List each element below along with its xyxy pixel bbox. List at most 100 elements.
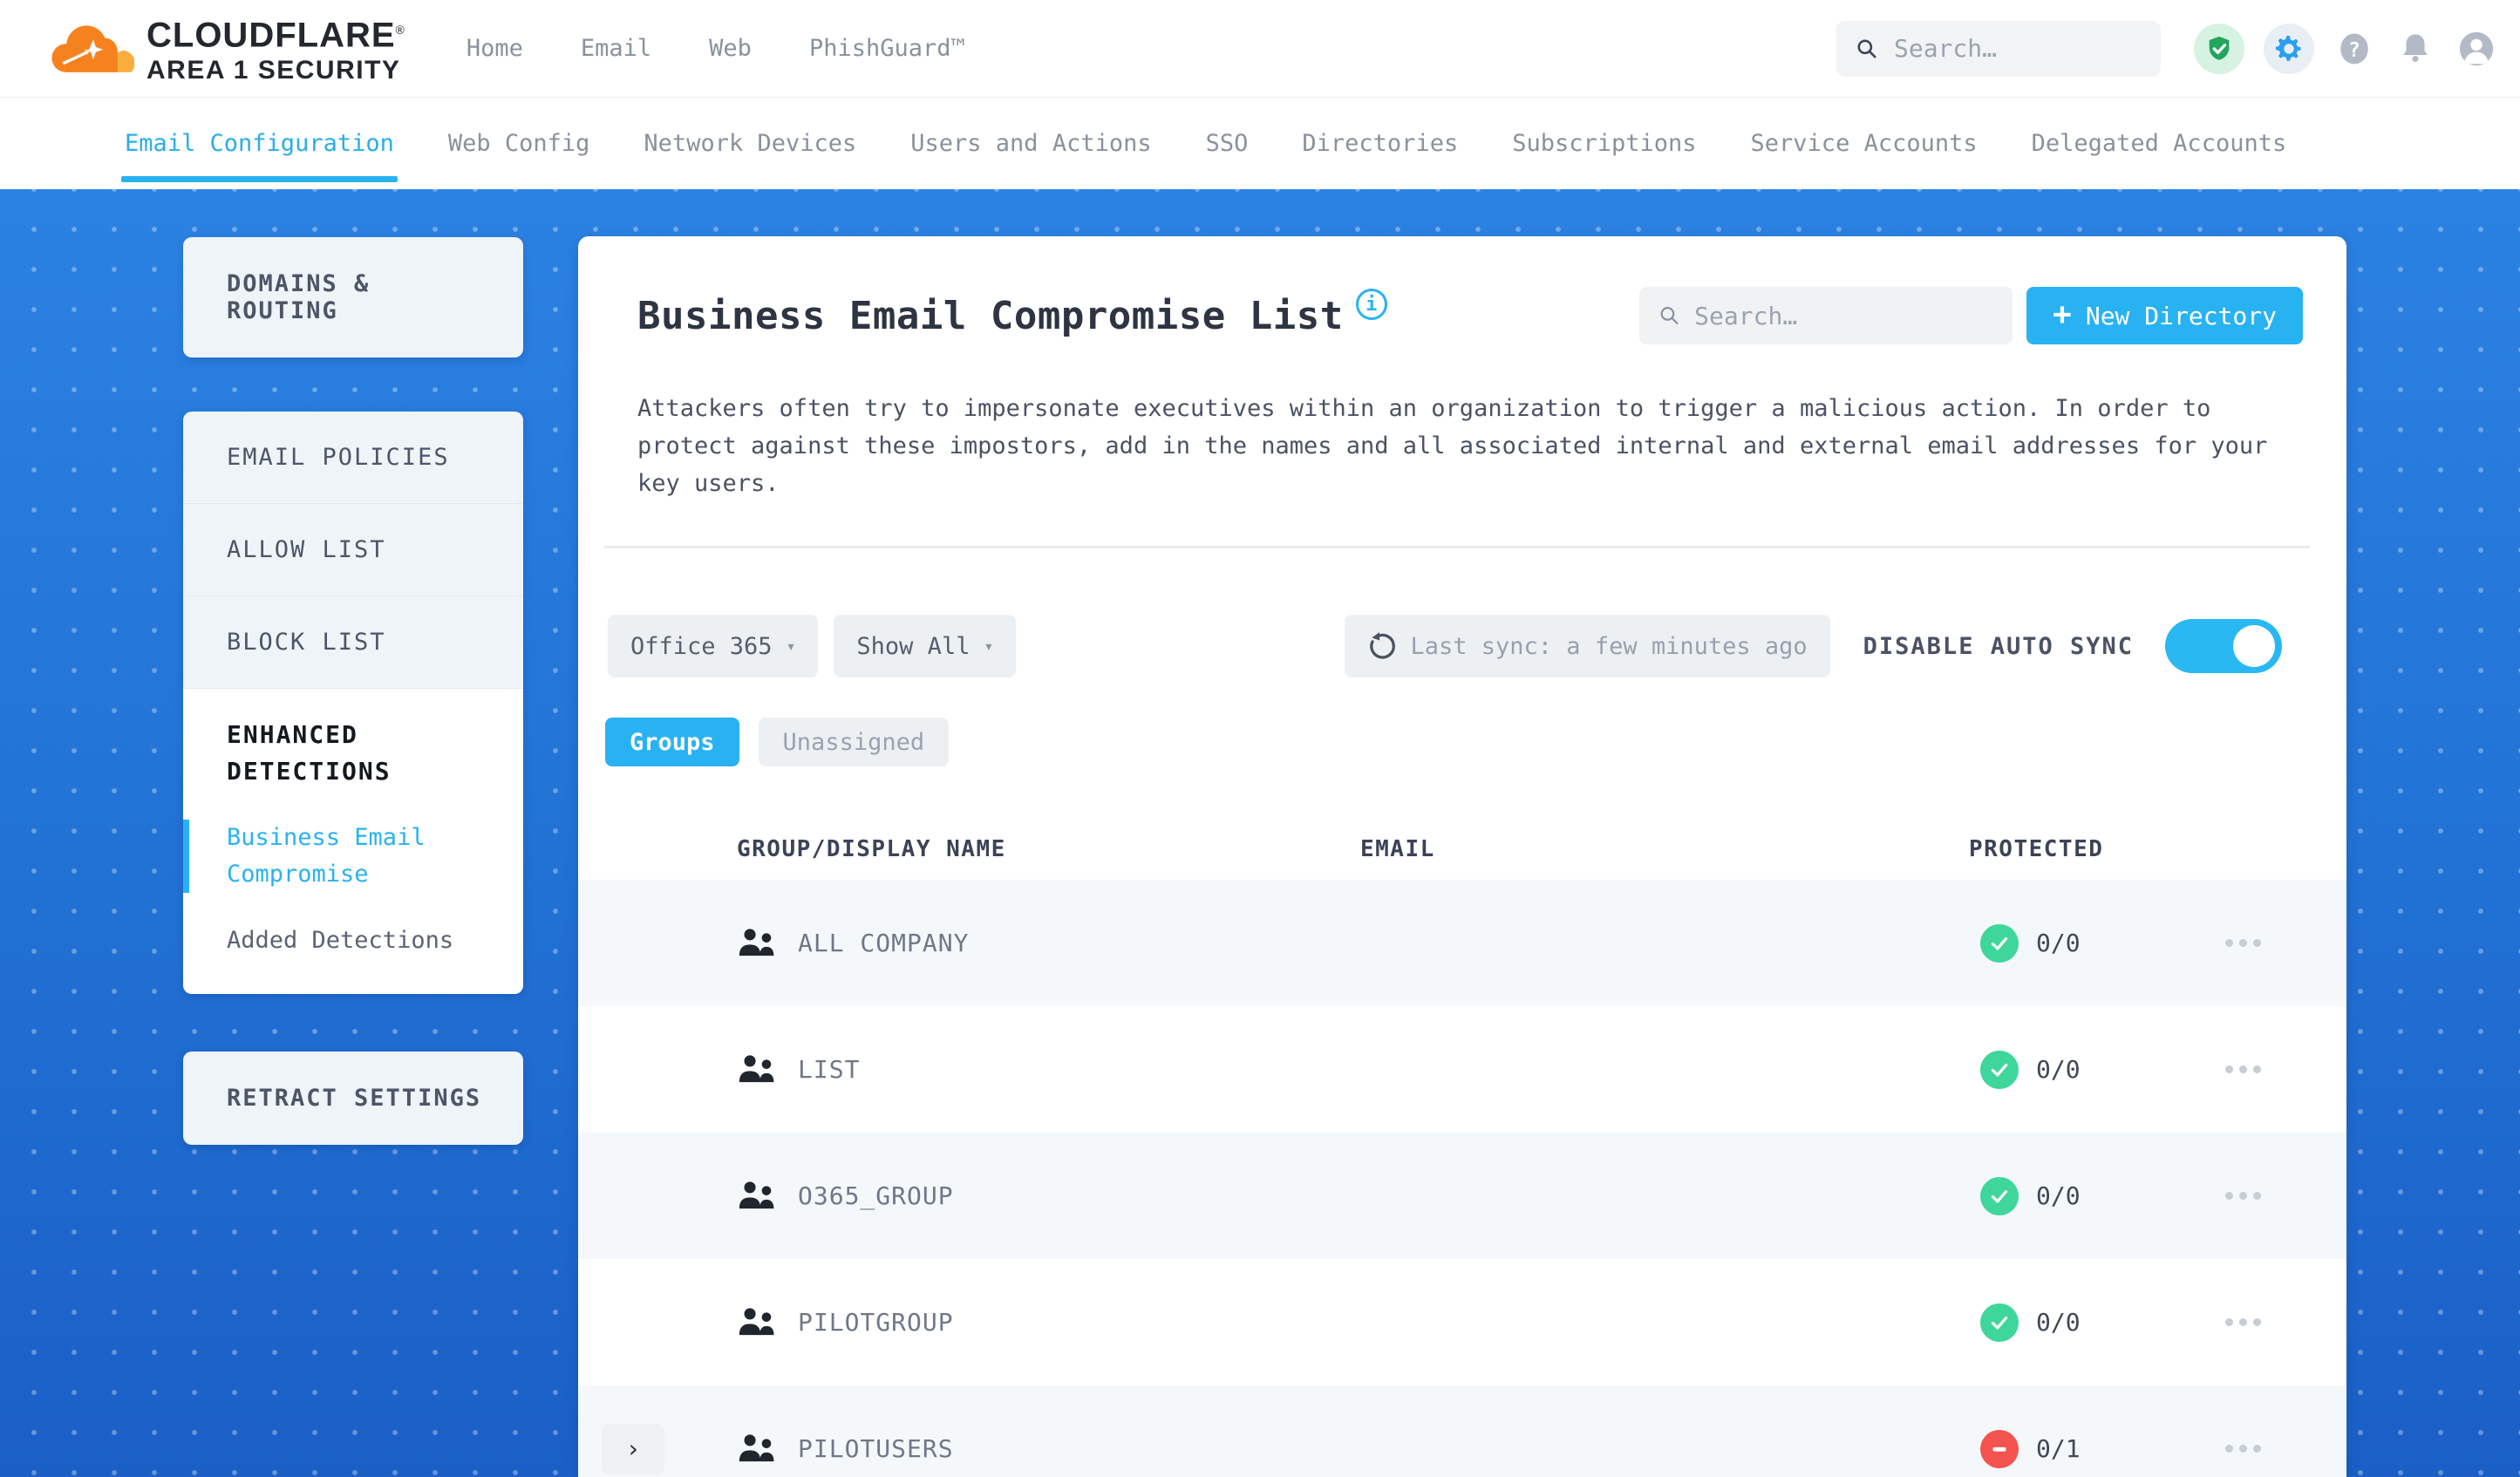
sidebar-item-business-email-compromise[interactable]: Business Email Compromise: [183, 820, 488, 893]
auto-sync-label: DISABLE AUTO SYNC: [1863, 632, 2134, 660]
sidebar-item-block-list[interactable]: BLOCK LIST: [183, 596, 523, 689]
sidebar-item-allow-list[interactable]: ALLOW LIST: [183, 504, 523, 596]
product-name: AREA 1 SECURITY: [146, 55, 401, 85]
sidebar-item-email-policies[interactable]: EMAIL POLICIES: [183, 412, 523, 504]
chevron-down-icon: ▾: [786, 636, 796, 656]
refresh-icon: [1369, 632, 1395, 659]
list-search-input[interactable]: [1694, 301, 1994, 330]
table-row[interactable]: PILOTGROUP 0/0: [578, 1259, 2346, 1385]
notifications-button[interactable]: [2394, 28, 2436, 70]
table-header: GROUP/DISPLAY NAME EMAIL PROTECTED: [578, 819, 2346, 880]
user-avatar-icon: [2459, 31, 2494, 65]
expand-row-button[interactable]: ›: [602, 1423, 664, 1474]
tab-sso[interactable]: SSO: [1206, 98, 1249, 189]
tab-web-config[interactable]: Web Config: [448, 98, 590, 189]
tab-groups[interactable]: Groups: [605, 718, 739, 766]
sidebar-section-enhanced-detections: ENHANCED DETECTIONS Business Email Compr…: [183, 689, 523, 994]
protected-status-icon: [1980, 1050, 2019, 1089]
protected-count: 0/0: [2036, 1181, 2081, 1210]
protected-status-icon: [1980, 1176, 2019, 1215]
bell-icon: [2403, 34, 2428, 62]
tab-users-and-actions[interactable]: Users and Actions: [910, 98, 1151, 189]
row-menu-button[interactable]: [2225, 1065, 2261, 1073]
brand-name: CLOUDFLARE®: [146, 16, 405, 55]
tab-delegated-accounts[interactable]: Delegated Accounts: [2032, 98, 2287, 189]
tab-email-configuration[interactable]: Email Configuration: [121, 98, 398, 189]
auto-sync-toggle[interactable]: [2165, 619, 2282, 673]
nav-web[interactable]: Web: [709, 35, 752, 62]
sidebar-item-retract-settings[interactable]: RETRACT SETTINGS: [183, 1052, 523, 1145]
column-email: EMAIL: [1360, 836, 1435, 862]
last-sync-button[interactable]: Last sync: a few minutes ago: [1344, 615, 1830, 677]
main-panel: Business Email Compromise List i + New D…: [578, 236, 2346, 1477]
column-protected: PROTECTED: [1969, 836, 2104, 862]
protected-status-icon: [1980, 1303, 2019, 1342]
nav-phishguard[interactable]: PhishGuard™: [809, 35, 965, 62]
tab-directories[interactable]: Directories: [1302, 98, 1458, 189]
section-tab-bar: Email Configuration Web Config Network D…: [0, 98, 2520, 189]
protected-status-icon: [1980, 923, 2019, 963]
toggle-knob: [2233, 625, 2275, 667]
tab-subscriptions[interactable]: Subscriptions: [1512, 98, 1696, 189]
controls-row: Office 365 ▾ Show All ▾ Last sync: a few…: [578, 615, 2346, 677]
group-icon: [739, 1433, 774, 1461]
plus-icon: +: [2053, 296, 2072, 332]
nav-home[interactable]: Home: [467, 35, 523, 62]
group-name: LIST: [798, 1055, 861, 1084]
show-filter-dropdown[interactable]: Show All ▾: [834, 615, 1017, 677]
account-button[interactable]: [2455, 28, 2497, 70]
page-title: Business Email Compromise List: [637, 293, 1344, 338]
cloudflare-logo: CLOUDFLARE® AREA 1 SECURITY: [51, 10, 405, 85]
sidebar: DOMAINS & ROUTING EMAIL POLICIES ALLOW L…: [183, 237, 523, 1145]
table-row[interactable]: › PILOTUSERS 0/1: [578, 1385, 2346, 1477]
row-menu-button[interactable]: [2225, 1445, 2261, 1453]
top-nav: Home Email Web PhishGuard™: [467, 35, 965, 62]
sidebar-item-enhanced-detections[interactable]: ENHANCED DETECTIONS: [183, 717, 488, 790]
table-row[interactable]: O365_GROUP 0/0: [578, 1133, 2346, 1259]
list-search[interactable]: [1639, 287, 2013, 344]
nav-email[interactable]: Email: [581, 35, 651, 62]
question-icon: ?: [2340, 33, 2368, 64]
search-icon: [1857, 38, 1876, 58]
group-name: PILOTUSERS: [798, 1434, 954, 1463]
protected-count: 0/0: [2036, 1055, 2081, 1084]
new-directory-button[interactable]: + New Directory: [2026, 287, 2303, 344]
protected-count: 0/0: [2036, 1308, 2081, 1337]
tab-unassigned[interactable]: Unassigned: [758, 718, 950, 766]
group-icon: [739, 1181, 774, 1208]
shield-check-icon: [2209, 36, 2230, 60]
sidebar-item-added-detections[interactable]: Added Detections: [183, 922, 488, 959]
protected-count: 0/0: [2036, 929, 2081, 957]
group-icon: [739, 1307, 774, 1335]
group-name: PILOTGROUP: [798, 1308, 954, 1337]
page-description: Attackers often try to impersonate execu…: [637, 395, 2268, 497]
help-button[interactable]: ?: [2333, 28, 2375, 70]
view-tabs: Groups Unassigned: [578, 718, 2346, 766]
security-status-icon[interactable]: [2194, 23, 2244, 74]
table-row[interactable]: ALL COMPANY 0/0: [578, 880, 2346, 1006]
tab-service-accounts[interactable]: Service Accounts: [1751, 98, 1978, 189]
row-menu-button[interactable]: [2225, 939, 2261, 947]
global-search-input[interactable]: [1893, 34, 2142, 63]
global-search[interactable]: [1836, 20, 2161, 77]
info-icon[interactable]: i: [1355, 289, 1387, 320]
group-icon: [739, 928, 774, 956]
protected-status-icon: [1980, 1429, 2019, 1468]
title-row: Business Email Compromise List i + New D…: [578, 236, 2346, 344]
settings-button[interactable]: [2264, 23, 2314, 74]
top-header: CLOUDFLARE® AREA 1 SECURITY Home Email W…: [0, 0, 2520, 98]
group-name: ALL COMPANY: [798, 929, 970, 957]
gear-icon: [2276, 35, 2301, 61]
group-name: O365_GROUP: [798, 1181, 954, 1210]
tab-network-devices[interactable]: Network Devices: [644, 98, 856, 189]
sidebar-item-domains-routing[interactable]: DOMAINS & ROUTING: [183, 237, 523, 357]
registered-mark: ®: [395, 23, 405, 37]
source-filter-dropdown[interactable]: Office 365 ▾: [608, 615, 819, 677]
row-menu-button[interactable]: [2225, 1318, 2261, 1326]
group-icon: [739, 1054, 774, 1082]
table-row[interactable]: LIST 0/0: [578, 1006, 2346, 1133]
row-menu-button[interactable]: [2225, 1192, 2261, 1200]
cloudflare-cloud-icon: [51, 25, 134, 73]
column-group-display-name: GROUP/DISPLAY NAME: [737, 836, 1006, 862]
divider: [604, 546, 2310, 548]
